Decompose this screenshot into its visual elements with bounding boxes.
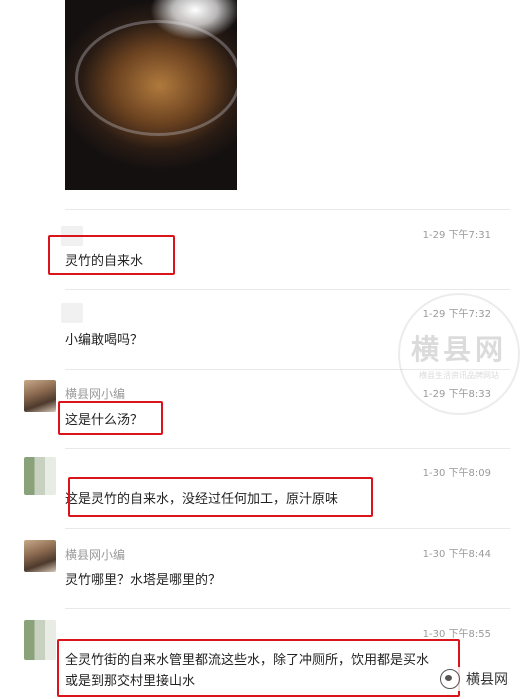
message-text: 小编敢喝吗？	[65, 333, 144, 348]
avatar[interactable]	[24, 457, 56, 495]
timestamp: 1-30 下午8:55	[422, 629, 491, 640]
watermark-seal: 横县网 横县生活资讯品牌网站	[398, 293, 520, 415]
divider	[65, 608, 510, 609]
highlight-box	[58, 401, 163, 435]
avatar[interactable]	[61, 303, 83, 323]
divider	[65, 528, 510, 529]
avatar[interactable]	[24, 380, 56, 412]
corner-brand: 横县网	[436, 667, 512, 691]
sender-name[interactable]: 横县网小编	[65, 546, 125, 563]
divider	[65, 289, 510, 290]
light-glare	[150, 0, 237, 40]
shared-photo[interactable]	[65, 0, 237, 190]
timestamp: 1-29 下午7:31	[422, 230, 491, 241]
sender-name[interactable]: 横县网小编	[65, 385, 125, 402]
divider	[65, 448, 510, 449]
wechat-logo-icon	[440, 669, 460, 689]
divider	[65, 209, 510, 210]
watermark-title: 横县网	[410, 332, 507, 366]
highlight-box	[57, 639, 460, 697]
highlight-box	[48, 235, 175, 275]
timestamp: 1-30 下午8:09	[422, 468, 491, 479]
message-text: 灵竹哪里？水塔是哪里的？	[65, 573, 222, 588]
avatar[interactable]	[24, 620, 56, 660]
highlight-box	[68, 477, 373, 517]
avatar[interactable]	[24, 540, 56, 572]
watermark-subtitle: 横县生活资讯品牌网站	[419, 370, 499, 380]
corner-brand-label: 横县网	[466, 672, 508, 688]
timestamp: 1-30 下午8:44	[422, 549, 491, 560]
